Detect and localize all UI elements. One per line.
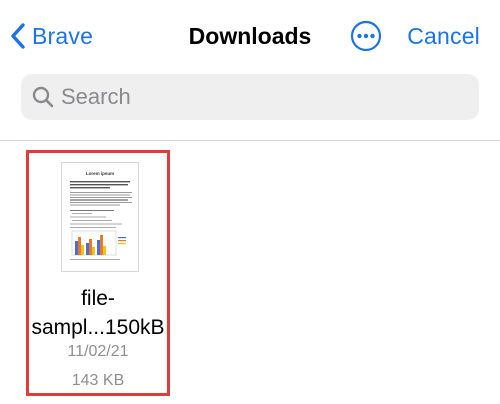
back-button-label: Brave bbox=[32, 22, 94, 49]
file-name: file- sampl...150kB bbox=[29, 284, 167, 342]
file-item[interactable]: Lorem ipsum file- sampl...150kB 11/02/21… bbox=[26, 150, 170, 396]
search-bar[interactable] bbox=[21, 74, 479, 120]
cancel-button[interactable]: Cancel bbox=[407, 18, 480, 54]
more-options-button[interactable] bbox=[350, 20, 382, 52]
file-name-line-1: file- bbox=[81, 287, 115, 310]
search-input[interactable] bbox=[61, 84, 451, 110]
magnifying-glass-icon bbox=[21, 85, 55, 109]
file-thumbnail: Lorem ipsum bbox=[61, 162, 139, 272]
ellipsis-circle-icon bbox=[350, 20, 382, 56]
file-size: 143 KB bbox=[71, 372, 125, 389]
files-picker-screen: Brave Downloads Cancel Search Lorem ipsu… bbox=[0, 0, 500, 404]
header-divider bbox=[0, 140, 500, 141]
chevron-left-icon bbox=[10, 22, 26, 50]
file-name-line-2: sampl...150kB bbox=[31, 316, 165, 339]
file-date: 11/02/21 bbox=[67, 343, 129, 360]
back-button[interactable]: Brave bbox=[10, 18, 93, 54]
navigation-bar: Brave Downloads Cancel bbox=[0, 0, 500, 70]
thumbnail-page-content bbox=[70, 181, 132, 260]
